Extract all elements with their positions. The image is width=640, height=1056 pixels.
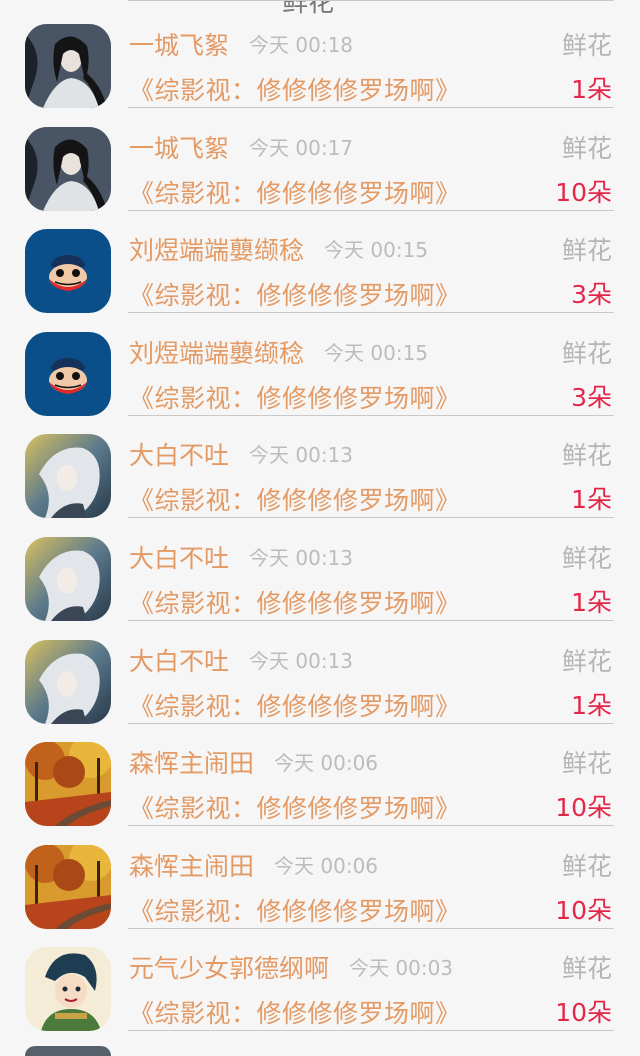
- time-value: 00:06: [320, 853, 379, 878]
- user-name[interactable]: 大白不吐: [129, 544, 229, 573]
- book-title-link[interactable]: 《综影视：修修修修罗场啊》: [129, 379, 461, 415]
- next-row-avatar-peek: [25, 1046, 111, 1056]
- gift-record-row[interactable]: 刘煜端端蘡缬稔 今天 00:15 鲜花 《综影视：修修修修罗场啊》 3朵: [0, 205, 640, 314]
- avatar-autumn-road[interactable]: [25, 742, 111, 827]
- time-prefix: 今天: [324, 340, 365, 365]
- gift-time: 今天 00:06: [274, 854, 378, 878]
- gift-record-row[interactable]: 森恽主闹田 今天 00:06 鲜花 《综影视：修修修修罗场啊》 10朵: [0, 821, 640, 929]
- row-divider: [128, 1030, 614, 1032]
- avatar-monkey-logo[interactable]: [25, 331, 111, 416]
- gift-record-row[interactable]: 一城飞絮 今天 00:17 鲜花 《综影视：修修修修罗场啊》 10朵: [0, 103, 640, 211]
- time-prefix: 今天: [274, 751, 315, 776]
- time-value: 00:18: [295, 33, 354, 57]
- gift-count: 10朵: [555, 177, 612, 207]
- gift-type-label: 鲜花: [561, 544, 612, 573]
- gift-count: 10朵: [555, 895, 612, 925]
- time-prefix: 今天: [249, 546, 290, 570]
- book-title-link[interactable]: 《综影视：修修修修罗场啊》: [129, 174, 461, 210]
- avatar-anime-warrior[interactable]: [25, 947, 111, 1032]
- avatar-ink-swordsman[interactable]: [25, 24, 111, 108]
- gift-time: 今天 00:17: [249, 136, 353, 160]
- gift-type-label: 鲜花: [561, 441, 612, 471]
- time-prefix: 今天: [274, 853, 315, 878]
- avatar-silver-hair[interactable]: [25, 434, 111, 519]
- user-name[interactable]: 元气少女郭德纲啊: [129, 954, 329, 983]
- gift-type-label: 鲜花: [561, 954, 612, 984]
- gift-count: 10朵: [555, 793, 612, 823]
- gift-count: 10朵: [555, 998, 612, 1028]
- gift-count: 1朵: [571, 690, 612, 720]
- avatar-silver-hair[interactable]: [25, 639, 111, 724]
- user-name[interactable]: 森恽主闹田: [129, 749, 254, 778]
- gift-record-row[interactable]: 元气少女郭德纲啊 今天 00:03 鲜花 《综影视：修修修修罗场啊》 10朵: [0, 923, 640, 1032]
- gift-time: 今天 00:13: [249, 443, 353, 467]
- gift-record-row[interactable]: 大白不吐 今天 00:13 鲜花 《综影视：修修修修罗场啊》 1朵: [0, 616, 640, 724]
- time-value: 00:15: [370, 340, 429, 365]
- user-name[interactable]: 一城飞絮: [129, 134, 229, 163]
- user-name[interactable]: 森恽主闹田: [129, 852, 254, 881]
- gift-type-label: 鲜花: [561, 133, 612, 163]
- gift-type-label: 鲜花: [561, 338, 612, 368]
- time-prefix: 今天: [249, 443, 290, 468]
- time-value: 00:13: [295, 443, 354, 468]
- gift-count: 3朵: [571, 280, 612, 310]
- gift-type-label: 鲜花: [561, 236, 612, 266]
- gift-time: 今天 00:18: [249, 33, 353, 57]
- gift-count: 1朵: [571, 485, 612, 515]
- user-name[interactable]: 大白不吐: [129, 647, 229, 676]
- book-title-link[interactable]: 《综影视：修修修修罗场啊》: [129, 71, 461, 107]
- gift-count: 1朵: [571, 75, 612, 104]
- gift-time: 今天 00:03: [349, 956, 453, 980]
- gift-record-row[interactable]: 一城飞絮 今天 00:18 鲜花 《综影视：修修修修罗场啊》 1朵: [0, 0, 640, 108]
- gift-type-label: 鲜花: [561, 31, 612, 60]
- user-name[interactable]: 一城飞絮: [129, 31, 229, 60]
- gift-type-label: 鲜花: [561, 646, 612, 676]
- gift-type-label: 鲜花: [561, 749, 612, 779]
- book-title-link[interactable]: 《综影视：修修修修罗场啊》: [129, 687, 461, 723]
- gift-count: 3朵: [571, 382, 612, 412]
- gift-time: 今天 00:13: [249, 649, 353, 673]
- avatar-monkey-logo[interactable]: [25, 229, 111, 314]
- gift-record-row[interactable]: 刘煜端端蘡缬稔 今天 00:15 鲜花 《综影视：修修修修罗场啊》 3朵: [0, 308, 640, 416]
- book-title-link[interactable]: 《综影视：修修修修罗场啊》: [129, 994, 461, 1030]
- gift-type-label: 鲜花: [561, 851, 612, 881]
- avatar-autumn-road[interactable]: [25, 844, 111, 929]
- gift-time: 今天 00:13: [249, 546, 353, 570]
- gift-record-row[interactable]: 森恽主闹田 今天 00:06 鲜花 《综影视：修修修修罗场啊》 10朵: [0, 718, 640, 827]
- time-value: 00:17: [295, 135, 354, 160]
- avatar-silver-hair[interactable]: [25, 537, 111, 621]
- gift-time: 今天 00:15: [324, 238, 428, 262]
- user-name[interactable]: 刘煜端端蘡缬稔: [129, 339, 304, 368]
- time-prefix: 今天: [249, 135, 290, 160]
- gift-count: 1朵: [571, 588, 612, 617]
- time-prefix: 今天: [249, 33, 290, 57]
- time-value: 00:15: [370, 238, 429, 263]
- time-value: 00:03: [395, 956, 454, 981]
- book-title-link[interactable]: 《综影视：修修修修罗场啊》: [129, 481, 461, 517]
- time-prefix: 今天: [324, 238, 365, 263]
- time-prefix: 今天: [349, 956, 390, 981]
- gift-record-row[interactable]: 大白不吐 今天 00:13 鲜花 《综影视：修修修修罗场啊》 1朵: [0, 513, 640, 621]
- gift-time: 今天 00:06: [274, 751, 378, 775]
- gift-record-row[interactable]: 大白不吐 今天 00:13 鲜花 《综影视：修修修修罗场啊》 1朵: [0, 410, 640, 519]
- book-title-link[interactable]: 《综影视：修修修修罗场啊》: [129, 276, 461, 312]
- time-value: 00:06: [320, 751, 379, 776]
- avatar-ink-swordsman[interactable]: [25, 126, 111, 211]
- time-value: 00:13: [295, 546, 354, 570]
- user-name[interactable]: 刘煜端端蘡缬稔: [129, 236, 304, 265]
- book-title-link[interactable]: 《综影视：修修修修罗场啊》: [129, 584, 461, 620]
- book-title-link[interactable]: 《综影视：修修修修罗场啊》: [129, 892, 461, 928]
- user-name[interactable]: 大白不吐: [129, 441, 229, 470]
- time-value: 00:13: [295, 648, 354, 673]
- book-title-link[interactable]: 《综影视：修修修修罗场啊》: [129, 789, 461, 825]
- time-prefix: 今天: [249, 648, 290, 673]
- gift-time: 今天 00:15: [324, 341, 428, 365]
